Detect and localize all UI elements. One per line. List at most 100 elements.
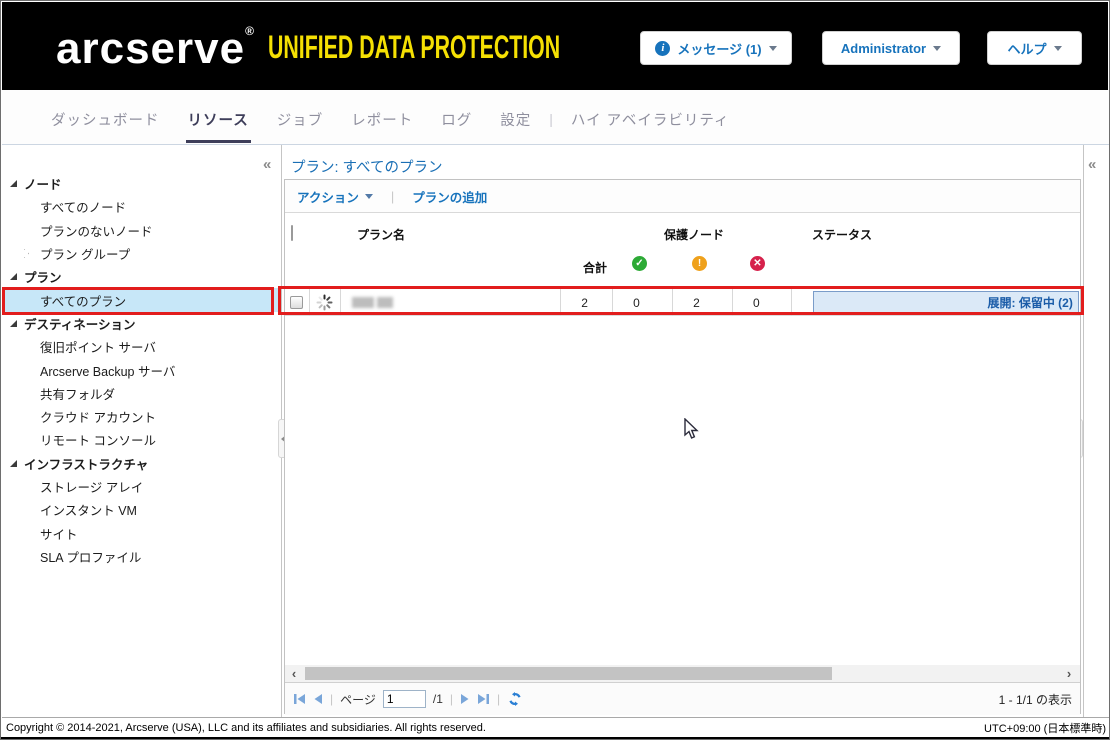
tree-item-site[interactable]: サイト bbox=[2, 521, 280, 544]
scrollbar-thumb[interactable] bbox=[305, 667, 832, 680]
user-menu-button[interactable]: Administrator bbox=[822, 31, 960, 65]
copyright-text: Copyright © 2014-2021, Arcserve (USA), L… bbox=[6, 721, 486, 734]
logo-text: arcserve bbox=[56, 24, 246, 73]
select-all-checkbox[interactable] bbox=[291, 225, 293, 241]
registered-mark: ® bbox=[245, 24, 255, 38]
tab-high-availability[interactable]: ハイ アベイラビリティ bbox=[557, 93, 744, 145]
page-title: プラン: すべてのプラン bbox=[291, 160, 443, 176]
resource-tree-panel: ノード すべてのノード プランのないノード プラン グループ プラン すべてのプ… bbox=[2, 145, 282, 717]
tree-item-label: すべてのノード bbox=[40, 201, 127, 216]
column-header-protected-nodes: 保護ノード bbox=[664, 228, 725, 242]
deployment-status-link[interactable]: 展開: 保留中 (2) bbox=[812, 291, 1079, 313]
tree-item-label: 共有フォルダ bbox=[40, 387, 116, 402]
collapse-left-panel-icon[interactable]: « bbox=[263, 156, 271, 173]
expanded-triangle-icon[interactable] bbox=[10, 273, 17, 281]
status-warning-icon[interactable]: ! bbox=[692, 256, 707, 271]
tree-item-label: 復旧ポイント サーバ bbox=[40, 341, 156, 356]
user-menu-label: Administrator bbox=[840, 40, 927, 56]
tree-group-label: ノード bbox=[24, 178, 62, 193]
resource-tree: ノード すべてのノード プランのないノード プラン グループ プラン すべてのプ… bbox=[2, 172, 280, 568]
tab-dashboard[interactable]: ダッシュボード bbox=[37, 93, 174, 145]
status-bar: Copyright © 2014-2021, Arcserve (USA), L… bbox=[2, 717, 1109, 737]
pager-separator: | bbox=[330, 692, 334, 706]
tree-item-all-nodes[interactable]: すべてのノード bbox=[2, 195, 280, 218]
tree-item-instant-vm[interactable]: インスタント VM bbox=[2, 498, 280, 521]
pager-separator: | bbox=[497, 692, 501, 706]
tree-item-label: インスタント VM bbox=[40, 504, 137, 519]
tab-log[interactable]: ログ bbox=[427, 93, 486, 145]
horizontal-scrollbar[interactable]: ‹ › bbox=[285, 665, 1080, 682]
tree-item-shared-folder[interactable]: 共有フォルダ bbox=[2, 382, 280, 405]
grid-header: プラン名 保護ノード ステータス 合計 ✓ ! ✕ bbox=[285, 213, 1080, 289]
page-number-input[interactable] bbox=[382, 690, 426, 708]
tree-group-label: インフラストラクチャ bbox=[24, 457, 149, 472]
cell-total: 2 bbox=[561, 289, 614, 316]
collapsed-triangle-icon[interactable] bbox=[24, 249, 29, 259]
info-glyph: i bbox=[661, 42, 665, 54]
expanded-triangle-icon[interactable] bbox=[10, 459, 17, 467]
add-plan-button[interactable]: プランの追加 bbox=[412, 187, 487, 206]
refresh-icon[interactable] bbox=[507, 691, 523, 707]
column-header-total[interactable]: 合計 bbox=[583, 259, 607, 276]
product-name: UNIFIED DATA PROTECTION bbox=[268, 28, 561, 66]
messages-button-label: メッセージ (1) bbox=[677, 41, 762, 57]
tree-item-label: SLA プロファイル bbox=[40, 550, 142, 565]
chevron-down-icon bbox=[1053, 45, 1062, 51]
right-collapsed-panel bbox=[1083, 145, 1109, 717]
actions-menu-button[interactable]: アクション bbox=[297, 187, 373, 206]
pager-separator: | bbox=[449, 692, 454, 706]
cross-glyph: ✕ bbox=[753, 258, 762, 269]
expanded-triangle-icon[interactable] bbox=[10, 180, 17, 188]
pagination-toolbar: | ページ /1 | | 1 - 1/1 の表示 bbox=[285, 682, 1080, 715]
status-ok-icon[interactable]: ✓ bbox=[632, 256, 647, 271]
table-row[interactable]: 2 0 2 0 展開: 保留中 (2) bbox=[285, 289, 1080, 316]
tree-group-nodes[interactable]: ノード bbox=[2, 172, 280, 195]
tree-item-plan-groups[interactable]: プラン グループ bbox=[2, 242, 280, 265]
tree-item-cloud-account[interactable]: クラウド アカウント bbox=[2, 405, 280, 428]
cell-error-count: 0 bbox=[733, 289, 792, 316]
last-page-button[interactable] bbox=[477, 693, 490, 705]
tab-reports[interactable]: レポート bbox=[337, 93, 427, 145]
plans-grid-panel: アクション | プランの追加 プラン名 保護ノード ステータス 合計 ✓ ! ✕ bbox=[284, 179, 1081, 715]
tree-item-arcserve-backup-server[interactable]: Arcserve Backup サーバ bbox=[2, 358, 280, 381]
tree-item-sla-profile[interactable]: SLA プロファイル bbox=[2, 545, 280, 568]
tree-item-label: プラン グループ bbox=[40, 248, 131, 263]
messages-button[interactable]: i メッセージ (1) bbox=[640, 31, 792, 65]
tree-item-label: Arcserve Backup サーバ bbox=[40, 364, 176, 379]
tree-item-nodes-without-plan[interactable]: プランのないノード bbox=[2, 219, 280, 242]
first-page-button[interactable] bbox=[293, 693, 306, 705]
row-range-label: 1 - 1/1 の表示 bbox=[998, 692, 1072, 707]
collapse-right-panel-icon[interactable]: « bbox=[1088, 156, 1096, 173]
actions-menu-label: アクション bbox=[297, 190, 359, 205]
status-error-icon[interactable]: ✕ bbox=[750, 256, 765, 271]
tree-group-plans[interactable]: プラン bbox=[2, 265, 280, 288]
cell-warning-count: 2 bbox=[673, 289, 733, 316]
scroll-left-icon[interactable]: ‹ bbox=[285, 665, 303, 682]
grid-toolbar: アクション | プランの追加 bbox=[285, 180, 1080, 213]
page-label: ページ bbox=[340, 692, 376, 707]
nav-separator: | bbox=[549, 111, 553, 127]
tab-resources[interactable]: リソース bbox=[174, 93, 263, 145]
scroll-right-icon[interactable]: › bbox=[1060, 665, 1078, 682]
tree-item-storage-array[interactable]: ストレージ アレイ bbox=[2, 475, 280, 498]
timezone-label: UTC+09:00 (日本標準時) bbox=[984, 722, 1106, 735]
tab-jobs[interactable]: ジョブ bbox=[263, 93, 338, 145]
tree-group-label: デスティネーション bbox=[24, 317, 136, 332]
toolbar-separator: | bbox=[390, 188, 395, 204]
tree-group-destinations[interactable]: デスティネーション bbox=[2, 312, 280, 335]
tab-settings[interactable]: 設定 bbox=[486, 93, 545, 145]
tree-item-remote-console[interactable]: リモート コンソール bbox=[2, 428, 280, 451]
column-header-plan-name[interactable]: プラン名 bbox=[357, 226, 405, 243]
help-button[interactable]: ヘルプ bbox=[987, 31, 1082, 65]
chevron-down-icon bbox=[364, 193, 373, 199]
next-page-button[interactable] bbox=[460, 693, 470, 705]
row-checkbox[interactable] bbox=[290, 296, 304, 309]
tree-item-label: すべてのプラン bbox=[40, 294, 127, 309]
expanded-triangle-icon[interactable] bbox=[10, 319, 17, 327]
page-count-label: /1 bbox=[432, 692, 443, 706]
tree-item-recovery-point-server[interactable]: 復旧ポイント サーバ bbox=[2, 335, 280, 358]
column-header-status[interactable]: ステータス bbox=[812, 226, 872, 243]
tree-group-infrastructure[interactable]: インフラストラクチャ bbox=[2, 452, 280, 475]
tree-item-all-plans[interactable]: すべてのプラン bbox=[2, 288, 280, 312]
previous-page-button[interactable] bbox=[313, 693, 323, 705]
